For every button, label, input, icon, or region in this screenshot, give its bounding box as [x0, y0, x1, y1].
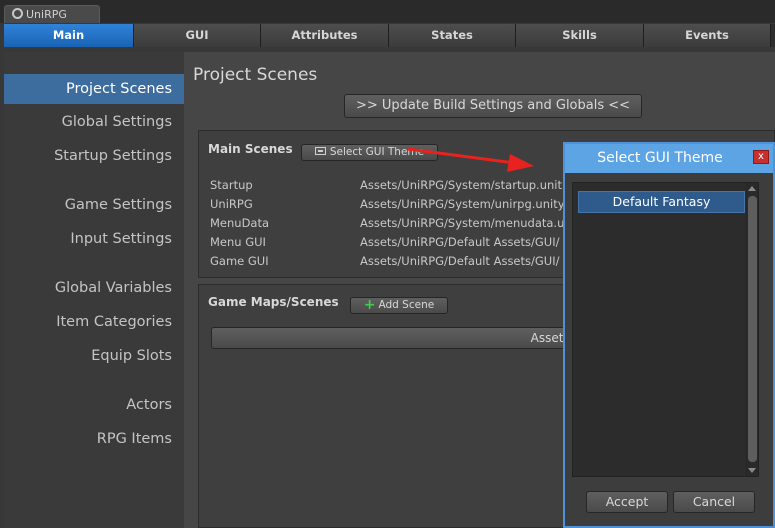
- tab-skills[interactable]: Skills: [516, 24, 644, 47]
- page-title: Project Scenes: [193, 65, 318, 85]
- window-tab[interactable]: UniRPG: [4, 5, 100, 23]
- sidebar: Project Scenes Global Settings Startup S…: [4, 52, 184, 528]
- theme-list: Default Fantasy: [572, 182, 759, 477]
- sidebar-item-global-settings[interactable]: Global Settings: [62, 114, 172, 130]
- scene-row-label: Startup: [210, 178, 253, 192]
- tab-main[interactable]: Main: [4, 24, 134, 47]
- sidebar-item-game-settings[interactable]: Game Settings: [65, 197, 172, 213]
- main-toolbar: Main GUI Attributes States Skills Events: [4, 24, 775, 47]
- select-gui-theme-button[interactable]: Select GUI Theme: [301, 144, 438, 161]
- scene-row-path: Assets/UniRPG/Default Assets/GUI/: [360, 254, 560, 268]
- sidebar-item-startup-settings[interactable]: Startup Settings: [54, 148, 172, 164]
- scroll-up-arrow-icon[interactable]: [748, 186, 756, 191]
- window-tab-title: UniRPG: [26, 8, 67, 21]
- dialog-title: Select GUI Theme: [597, 150, 723, 166]
- scroll-down-arrow-icon[interactable]: [748, 468, 756, 473]
- sidebar-item-equip-slots[interactable]: Equip Slots: [91, 348, 172, 364]
- scene-row-path: Assets/UniRPG/Default Assets/GUI/: [360, 235, 560, 249]
- update-build-settings-button[interactable]: >> Update Build Settings and Globals <<: [344, 94, 642, 118]
- tab-states[interactable]: States: [389, 24, 516, 47]
- sidebar-item-actors[interactable]: Actors: [126, 397, 172, 413]
- sidebar-item-item-categories[interactable]: Item Categories: [56, 314, 172, 330]
- scrollbar-thumb[interactable]: [748, 196, 757, 462]
- sidebar-item-input-settings[interactable]: Input Settings: [70, 231, 172, 247]
- sidebar-item-rpg-items[interactable]: RPG Items: [97, 431, 172, 447]
- dialog-titlebar[interactable]: Select GUI Theme x: [565, 144, 773, 173]
- theme-list-item[interactable]: Default Fantasy: [578, 191, 745, 213]
- add-scene-label: Add Scene: [378, 299, 435, 311]
- dialog-body: Default Fantasy Accept Cancel: [565, 173, 773, 526]
- accept-button[interactable]: Accept: [586, 491, 668, 513]
- unirpg-gear-icon: [12, 8, 23, 19]
- tab-gui[interactable]: GUI: [134, 24, 261, 47]
- tab-events[interactable]: Events: [644, 24, 771, 47]
- cancel-button[interactable]: Cancel: [673, 491, 755, 513]
- window-icon: [314, 147, 326, 155]
- scene-row-path: Assets/UniRPG/System/startup.unit: [360, 178, 562, 192]
- main-scenes-title: Main Scenes: [208, 142, 293, 156]
- scene-row-label: MenuData: [210, 216, 270, 230]
- game-maps-title: Game Maps/Scenes: [208, 295, 339, 309]
- tab-attributes[interactable]: Attributes: [261, 24, 389, 47]
- scene-row-path: Assets/UniRPG/System/menudata.u: [360, 216, 565, 230]
- unirpg-editor-window: UniRPG Main GUI Attributes States Skills…: [0, 0, 775, 528]
- scene-row-path: Assets/UniRPG/System/unirpg.unity: [360, 197, 565, 211]
- select-gui-theme-label: Select GUI Theme: [329, 146, 425, 158]
- theme-list-scrollbar[interactable]: [746, 183, 758, 476]
- scene-row-label: Game GUI: [210, 254, 269, 268]
- window-tab-strip: UniRPG: [0, 0, 775, 23]
- plus-icon: +: [363, 297, 376, 313]
- sidebar-item-project-scenes[interactable]: Project Scenes: [4, 74, 184, 104]
- scene-row-label: Menu GUI: [210, 235, 266, 249]
- add-scene-button[interactable]: + Add Scene: [350, 297, 448, 314]
- scene-row-label: UniRPG: [210, 197, 253, 211]
- close-button[interactable]: x: [753, 150, 769, 164]
- sidebar-item-global-variables[interactable]: Global Variables: [55, 280, 172, 296]
- select-gui-theme-dialog: Select GUI Theme x Default Fantasy Accep…: [563, 142, 775, 528]
